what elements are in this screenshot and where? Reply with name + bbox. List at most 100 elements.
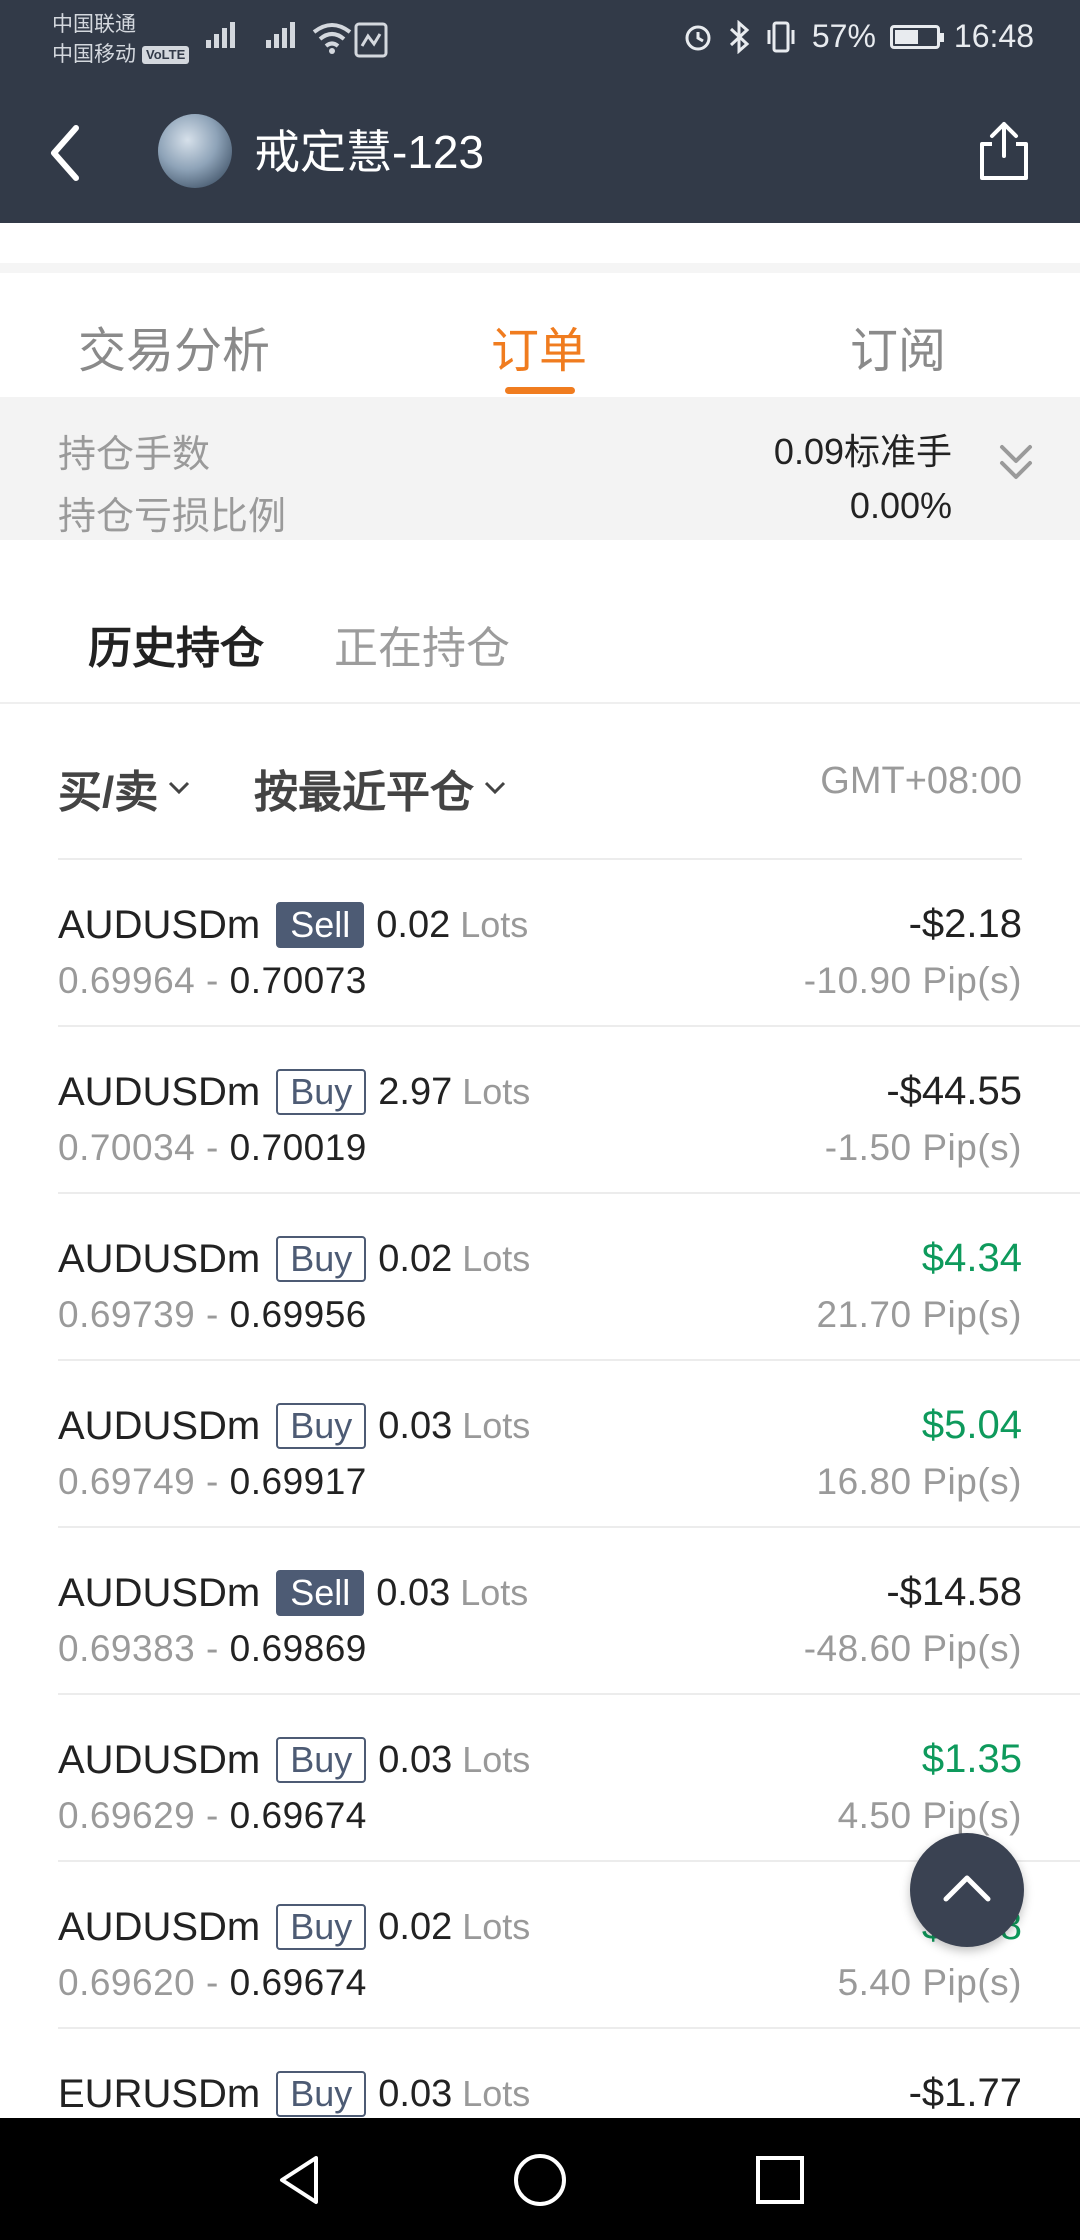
order-prices: 0.69739 - 0.69956: [58, 1294, 367, 1336]
order-symbol: AUDUSDm: [58, 902, 261, 947]
order-lots: 0.03: [378, 1738, 453, 1781]
signal-1-icon: [206, 22, 238, 48]
order-open-price: 0.69964: [58, 960, 196, 1001]
order-close-price: 0.69917: [229, 1461, 367, 1502]
order-row[interactable]: AUDUSDm Sell 0.03 Lots 0.69383 - 0.69869 -$14…: [0, 1528, 1080, 1695]
order-symbol-line: AUDUSDm Buy 0.02 Lots: [58, 1236, 530, 1282]
order-lots-unit: Lots: [462, 1739, 531, 1780]
order-symbol: EURUSDm: [58, 2071, 261, 2116]
order-close-price: 0.69674: [229, 1962, 367, 2003]
nav-recents-icon[interactable]: [748, 2148, 812, 2212]
order-symbol: AUDUSDm: [58, 1069, 261, 1114]
active-tab-indicator: [505, 387, 575, 394]
order-close-price: 0.69869: [229, 1628, 367, 1669]
order-row[interactable]: AUDUSDm Sell 0.02 Lots 0.69964 - 0.70073 -$2.…: [0, 860, 1080, 1027]
tab-orders[interactable]: 订单: [491, 311, 587, 381]
order-open-price: 0.69739: [58, 1294, 196, 1335]
order-side-badge: Buy: [276, 1069, 367, 1115]
price-separator: -: [206, 960, 219, 1001]
battery-icon: [889, 24, 944, 49]
order-row[interactable]: AUDUSDm Buy 0.03 Lots 0.69749 - 0.69917 $5.04…: [0, 1361, 1080, 1528]
subtab-current-positions[interactable]: 正在持仓: [334, 612, 510, 676]
order-lots-unit: Lots: [462, 1071, 531, 1112]
order-prices: 0.69629 - 0.69674: [58, 1795, 367, 1837]
order-lots: 2.97: [378, 1070, 453, 1113]
order-close-price: 0.70019: [229, 1127, 367, 1168]
order-prices: 0.69964 - 0.70073: [58, 960, 367, 1002]
order-side-badge: Sell: [276, 1570, 365, 1616]
trader-name: 戒定慧-123: [254, 126, 485, 178]
tab-trade-analysis[interactable]: 交易分析: [78, 311, 270, 381]
order-pips: -1.50 Pip(s): [824, 1127, 1022, 1168]
order-symbol: AUDUSDm: [58, 1737, 261, 1782]
order-symbol-line: EURUSDm Buy 0.03 Lots: [58, 2071, 530, 2117]
battery-percent: 57%: [811, 18, 876, 54]
main-tabs: 交易分析 订单 订阅: [0, 273, 1080, 397]
battery-fill: [894, 29, 918, 44]
timezone-label: GMT+08:00: [820, 760, 1022, 802]
order-profit: -$1.77: [908, 2071, 1022, 2115]
double-chevron-down-icon[interactable]: [996, 439, 1036, 489]
nav-back-icon[interactable]: [268, 2148, 332, 2212]
back-arrow-icon[interactable]: [40, 118, 100, 188]
order-pips: -10.90 Pip(s): [803, 960, 1022, 1001]
order-lots-unit: Lots: [462, 2073, 531, 2114]
order-lots-unit: Lots: [462, 1405, 531, 1446]
order-pips: 21.70 Pip(s): [816, 1294, 1022, 1335]
header-spacer: [0, 223, 1080, 273]
filter-bar: 买/卖 按最近平仓 GMT+08:00: [0, 704, 1080, 860]
order-side-badge: Buy: [276, 1737, 367, 1783]
share-icon[interactable]: [974, 118, 1034, 184]
scroll-to-top-button[interactable]: [910, 1833, 1024, 1947]
order-lots-unit: Lots: [462, 1238, 531, 1279]
sort-filter-label: 按最近平仓: [254, 768, 474, 817]
order-profit: $1.35: [921, 1737, 1022, 1781]
position-subtabs: 历史持仓 正在持仓: [0, 540, 1080, 704]
order-open-price: 0.69383: [58, 1628, 196, 1669]
order-open-price: 0.69620: [58, 1962, 196, 2003]
order-row[interactable]: AUDUSDm Buy 0.02 Lots 0.69739 - 0.69956 $4.34…: [0, 1194, 1080, 1361]
position-lots-value: 0.09标准手: [773, 431, 952, 472]
order-symbol-line: AUDUSDm Buy 0.03 Lots: [58, 1737, 530, 1783]
sort-filter-dropdown[interactable]: 按最近平仓: [254, 756, 506, 820]
order-lots-unit: Lots: [462, 1906, 531, 1947]
price-separator: -: [206, 1461, 219, 1502]
tab-subscribe[interactable]: 订阅: [850, 311, 946, 381]
position-pl-label: 持仓亏损比例: [58, 496, 287, 538]
order-lots-unit: Lots: [460, 904, 529, 945]
price-separator: -: [206, 1795, 219, 1836]
order-lots-unit: Lots: [460, 1572, 529, 1613]
chevron-down-icon: [169, 781, 190, 795]
status-right: 57% 16:48: [682, 18, 1034, 55]
app-header: 戒定慧-123: [0, 80, 1080, 223]
order-side-badge: Sell: [276, 902, 365, 948]
price-separator: -: [206, 1628, 219, 1669]
order-pips: 4.50 Pip(s): [837, 1795, 1022, 1836]
order-profit: $4.34: [921, 1236, 1022, 1280]
price-separator: -: [206, 1127, 219, 1168]
avatar[interactable]: [158, 114, 232, 188]
subtab-history-positions[interactable]: 历史持仓: [88, 612, 264, 676]
hd-call-icon: [354, 22, 388, 58]
order-close-price: 0.69674: [229, 1795, 367, 1836]
order-open-price: 0.70034: [58, 1127, 196, 1168]
order-pips: 16.80 Pip(s): [816, 1461, 1022, 1502]
alarm-icon: [685, 25, 711, 50]
order-row[interactable]: AUDUSDm Buy 2.97 Lots 0.70034 - 0.70019 -$44.…: [0, 1027, 1080, 1194]
wifi-icon: [312, 23, 352, 54]
carrier-info: 中国联通 中国移动 VoLTE: [52, 10, 190, 70]
order-prices: 0.69383 - 0.69869: [58, 1628, 367, 1670]
side-filter-label: 买/卖: [58, 768, 159, 817]
side-filter-dropdown[interactable]: 买/卖: [58, 756, 190, 820]
order-prices: 0.69749 - 0.69917: [58, 1461, 367, 1503]
order-pips: 5.40 Pip(s): [837, 1962, 1022, 2003]
clock: 16:48: [953, 18, 1034, 54]
order-lots: 0.03: [376, 1571, 451, 1614]
price-separator: -: [206, 1962, 219, 2003]
order-symbol-line: AUDUSDm Buy 2.97 Lots: [58, 1069, 530, 1115]
nav-home-icon[interactable]: [508, 2148, 572, 2212]
order-side-badge: Buy: [276, 1236, 367, 1282]
order-side-badge: Buy: [276, 1904, 367, 1950]
vibrate-icon: [767, 21, 795, 52]
order-close-price: 0.69956: [229, 1294, 367, 1335]
